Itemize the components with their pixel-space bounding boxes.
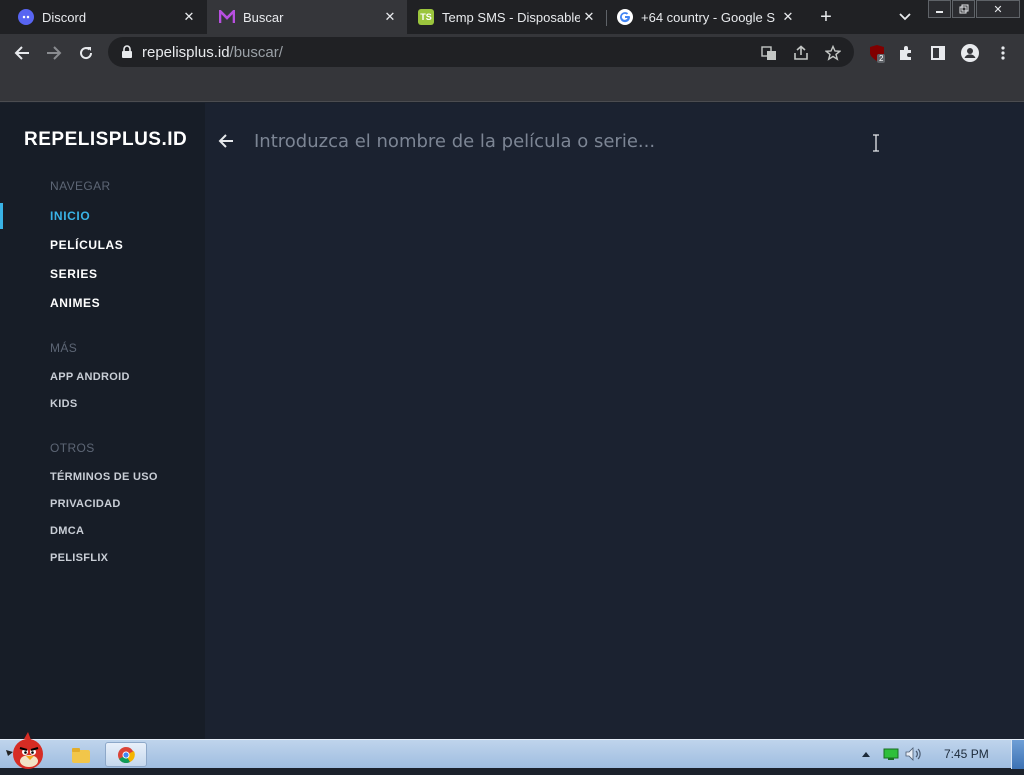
tray-expand-icon[interactable] — [861, 746, 871, 762]
lock-icon[interactable] — [120, 45, 134, 59]
url-text: repelisplus.id/buscar/ — [142, 43, 283, 61]
google-icon — [617, 9, 633, 25]
nav-item-series[interactable]: SERIES — [50, 267, 98, 281]
minimize-button[interactable] — [928, 0, 951, 18]
window-close-button[interactable]: ✕ — [976, 0, 1020, 18]
extension-badge: 2 — [877, 54, 886, 63]
nav-item-inicio[interactable]: INICIO — [50, 209, 90, 223]
taskbar-clock[interactable]: 7:45 PM — [944, 747, 989, 761]
translate-icon[interactable] — [760, 44, 778, 62]
puzzle-icon — [900, 46, 911, 60]
start-button[interactable] — [4, 730, 48, 770]
nav-item-app-android[interactable]: APP ANDROID — [50, 371, 130, 383]
tab-title: Temp SMS - Disposable — [442, 9, 580, 25]
repelisplus-icon — [219, 9, 235, 25]
nav-item-peliculas[interactable]: PELÍCULAS — [50, 238, 123, 252]
star-icon[interactable] — [824, 44, 842, 62]
taskbar-chrome[interactable] — [105, 742, 147, 767]
section-otros-title: OTROS — [50, 441, 95, 455]
network-icon[interactable] — [883, 746, 899, 762]
browser-tab-strip: Discord ✕ Buscar ✕ TS Temp SMS - Disposa… — [0, 0, 1024, 34]
search-input[interactable] — [254, 127, 854, 155]
section-mas-title: MÁS — [50, 341, 78, 355]
tab-search-button[interactable] — [896, 8, 914, 26]
arrow-left-icon — [14, 46, 29, 60]
avatar-icon — [961, 44, 979, 62]
nav-item-privacidad[interactable]: PRIVACIDAD — [50, 498, 121, 510]
more-vertical-icon — [1001, 46, 1005, 60]
taskbar-explorer[interactable] — [60, 742, 102, 767]
nav-item-terminos[interactable]: TÉRMINOS DE USO — [50, 471, 158, 483]
forward-button[interactable] — [41, 40, 67, 66]
text-cursor-icon — [873, 134, 879, 152]
search-back-button[interactable] — [216, 131, 236, 151]
section-navegar-title: NAVEGAR — [50, 179, 111, 193]
discord-icon — [18, 9, 34, 25]
tempsms-icon: TS — [418, 9, 434, 25]
tab-buscar[interactable]: Buscar ✕ — [207, 0, 407, 34]
sidebar: REPELISPLUS.ID NAVEGAR INICIO PELÍCULAS … — [0, 103, 205, 739]
chevron-down-icon — [899, 13, 911, 21]
arrow-left-icon — [218, 134, 233, 148]
side-panel-button[interactable] — [925, 40, 951, 66]
extensions-button[interactable] — [893, 40, 919, 66]
side-panel-icon — [931, 46, 945, 60]
os-taskbar: 7:45 PM — [0, 732, 1024, 769]
site-logo[interactable]: REPELISPLUS.ID — [24, 129, 187, 151]
nav-item-dmca[interactable]: DMCA — [50, 525, 84, 537]
tab-title: Buscar — [243, 9, 284, 25]
reload-icon — [80, 47, 93, 60]
restore-button[interactable] — [952, 0, 975, 18]
volume-icon[interactable] — [905, 746, 923, 762]
bookmarks-bar — [0, 71, 1024, 102]
nav-item-animes[interactable]: ANIMES — [50, 296, 100, 310]
profile-button[interactable] — [957, 40, 983, 66]
tab-discord[interactable]: Discord ✕ — [0, 0, 206, 34]
active-indicator — [0, 203, 3, 229]
angry-bird-icon — [6, 732, 43, 769]
tab-temp-sms[interactable]: TS Temp SMS - Disposable ✕ — [408, 0, 606, 34]
show-desktop-button[interactable] — [1011, 740, 1024, 769]
close-icon[interactable]: ✕ — [580, 8, 598, 26]
close-icon[interactable]: ✕ — [180, 8, 198, 26]
new-tab-button[interactable]: + — [815, 6, 837, 28]
address-bar[interactable]: repelisplus.id/buscar/ — [108, 37, 854, 67]
nav-item-pelisflix[interactable]: PELISFLIX — [50, 552, 108, 564]
tab-title: +64 country - Google S — [641, 9, 776, 25]
share-icon[interactable] — [792, 44, 810, 62]
ublock-extension-button[interactable]: 2 — [864, 40, 890, 66]
reload-button[interactable] — [73, 40, 99, 66]
chrome-icon — [118, 746, 135, 763]
back-button[interactable] — [9, 40, 35, 66]
menu-button[interactable] — [990, 40, 1016, 66]
tab-title: Discord — [42, 9, 87, 25]
folder-icon — [72, 747, 90, 763]
browser-toolbar: repelisplus.id/buscar/ 2 — [0, 34, 1024, 71]
close-icon[interactable]: ✕ — [779, 8, 797, 26]
tab-google[interactable]: +64 country - Google S ✕ — [607, 0, 805, 34]
arrow-right-icon — [47, 46, 62, 60]
page-content: REPELISPLUS.ID NAVEGAR INICIO PELÍCULAS … — [0, 103, 1024, 739]
close-icon[interactable]: ✕ — [381, 8, 399, 26]
nav-item-kids[interactable]: KIDS — [50, 398, 77, 410]
